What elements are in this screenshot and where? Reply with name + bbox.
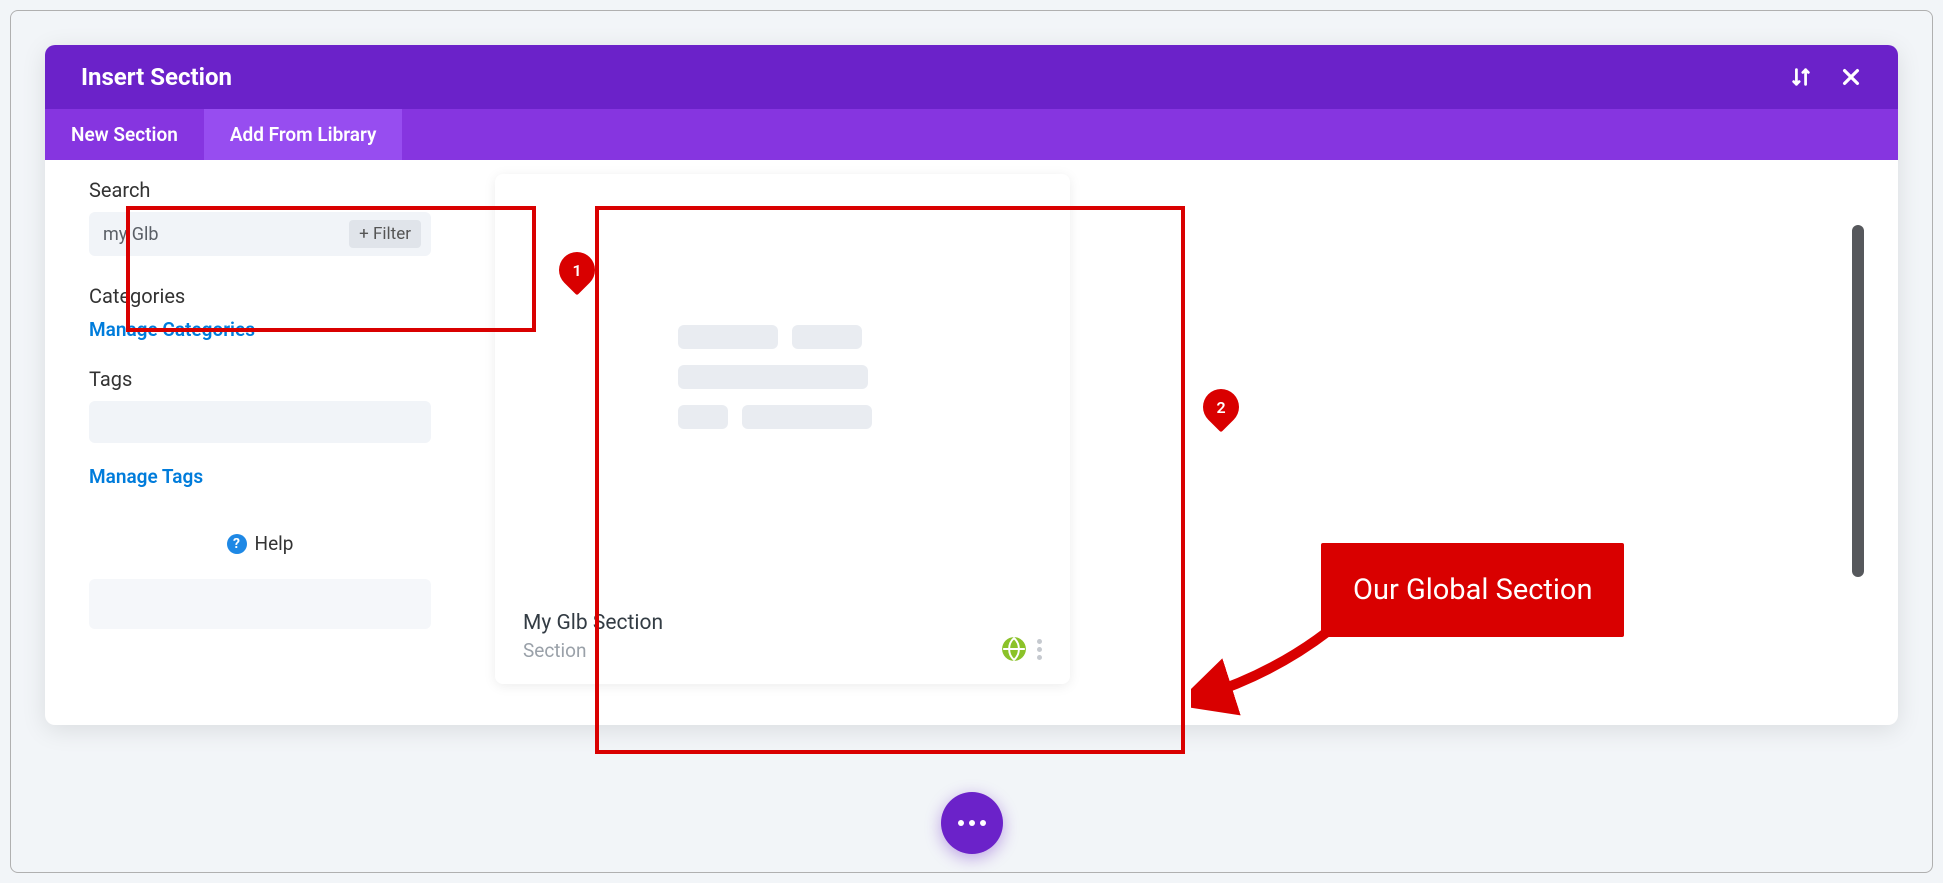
sort-icon[interactable] — [1790, 66, 1812, 88]
categories-label: Categories — [89, 284, 431, 308]
help-icon: ? — [227, 534, 247, 554]
search-label: Search — [89, 178, 431, 202]
tab-add-from-library[interactable]: Add From Library — [204, 109, 403, 160]
modal-header: Insert Section — [45, 45, 1898, 109]
tags-input[interactable] — [89, 401, 431, 443]
more-icon[interactable] — [1037, 639, 1042, 660]
filter-button[interactable]: + Filter — [349, 220, 421, 248]
search-input[interactable] — [103, 224, 349, 245]
library-item-card[interactable]: My Glb Section Section — [495, 174, 1070, 684]
manage-tags-link[interactable]: Manage Tags — [89, 465, 203, 488]
fab-menu-button[interactable] — [941, 792, 1003, 854]
globe-icon — [1001, 636, 1027, 662]
tags-label: Tags — [89, 367, 431, 391]
card-preview — [495, 174, 1070, 595]
help-label: Help — [255, 532, 294, 555]
modal-title: Insert Section — [81, 63, 232, 91]
cutoff-button[interactable] — [89, 579, 431, 629]
card-subtitle: Section — [523, 639, 663, 662]
manage-categories-link[interactable]: Manage Categories — [89, 318, 255, 341]
tab-bar: New Section Add From Library — [45, 109, 1898, 160]
tab-new-section[interactable]: New Section — [45, 109, 204, 160]
annotation-callout: Our Global Section — [1321, 543, 1624, 637]
card-title: My Glb Section — [523, 611, 663, 635]
help-link[interactable]: ? Help — [89, 532, 431, 555]
sidebar: Search + Filter Categories Manage Catego… — [45, 160, 475, 718]
close-icon[interactable] — [1840, 66, 1862, 88]
scrollbar[interactable] — [1852, 225, 1864, 577]
